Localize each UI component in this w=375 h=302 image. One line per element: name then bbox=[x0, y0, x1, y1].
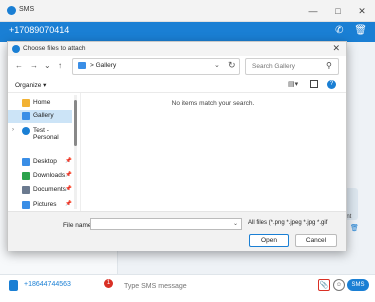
nav-item-label: Pictures bbox=[33, 201, 57, 208]
refresh-icon[interactable]: ↻ bbox=[228, 60, 236, 71]
pin-icon: 📌 bbox=[65, 201, 72, 207]
dialog-app-icon bbox=[12, 45, 20, 53]
desktop-icon bbox=[22, 158, 30, 166]
organize-label: Organize bbox=[15, 82, 42, 89]
send-sms-button[interactable]: SMS bbox=[347, 279, 369, 291]
download-icon bbox=[22, 172, 30, 180]
app-logo-icon bbox=[7, 6, 16, 15]
nav-item-onedrive[interactable]: › Test - Personal bbox=[8, 125, 72, 141]
emoji-icon[interactable]: ☺ bbox=[333, 279, 345, 291]
nav-item-downloads[interactable]: Downloads 📌 bbox=[8, 170, 72, 183]
home-icon bbox=[22, 99, 30, 107]
filename-input[interactable] bbox=[90, 218, 242, 230]
organize-button[interactable]: Organize ▾ bbox=[15, 81, 46, 89]
nav-item-label: Home bbox=[33, 99, 51, 106]
dialog-title: Choose files to attach bbox=[23, 45, 86, 52]
file-dialog: Choose files to attach ✕ ← → ⌄ ↑ > Galle… bbox=[7, 41, 347, 251]
phone-number: +17089070414 bbox=[9, 25, 70, 35]
nav-item-desktop[interactable]: Desktop 📌 bbox=[8, 156, 72, 169]
sms-input[interactable] bbox=[118, 276, 314, 296]
header-actions: ✆ 🗑 bbox=[335, 25, 367, 39]
cancel-button[interactable]: Cancel bbox=[295, 234, 337, 247]
maximize-icon[interactable]: □ bbox=[331, 4, 345, 18]
file-list[interactable] bbox=[80, 93, 346, 211]
unread-badge: 1 bbox=[104, 279, 113, 288]
preview-pane-icon[interactable] bbox=[310, 80, 318, 88]
dialog-close-icon[interactable]: ✕ bbox=[332, 43, 340, 54]
close-icon[interactable]: ✕ bbox=[355, 4, 369, 18]
minimize-icon[interactable]: — bbox=[306, 4, 320, 18]
phone-icon[interactable]: ✆ bbox=[335, 25, 343, 36]
chevron-right-icon[interactable]: › bbox=[12, 127, 14, 133]
pin-icon: 📌 bbox=[65, 158, 72, 164]
filename-label: File name: bbox=[63, 222, 94, 229]
search-icon[interactable]: ⚲ bbox=[326, 61, 332, 70]
nav-scrollbar-thumb[interactable] bbox=[74, 100, 77, 146]
from-number[interactable]: +18644744563 bbox=[24, 281, 71, 288]
pin-icon: 📌 bbox=[65, 186, 72, 192]
documents-icon bbox=[22, 186, 30, 194]
trash-icon[interactable]: 🗑 bbox=[354, 25, 367, 36]
view-options-icon[interactable]: ▤▾ bbox=[288, 80, 298, 88]
empty-message: No items match your search. bbox=[171, 100, 255, 107]
pin-icon: 📌 bbox=[65, 172, 72, 178]
up-arrow-icon[interactable]: ↑ bbox=[58, 61, 62, 70]
open-button[interactable]: Open bbox=[249, 234, 289, 247]
address-path[interactable]: > Gallery bbox=[90, 62, 116, 69]
attach-icon[interactable]: 📎 bbox=[318, 279, 330, 291]
nav-item-label: Downloads bbox=[33, 172, 66, 179]
filetype-select[interactable]: All files (*.png *.jpeg *.jpg *.gif bbox=[246, 218, 340, 230]
nav-item-gallery[interactable]: Gallery bbox=[8, 110, 72, 123]
nav-item-label: Desktop bbox=[33, 158, 57, 165]
app-title: SMS bbox=[19, 6, 35, 13]
gallery-icon bbox=[78, 62, 86, 69]
nav-item-home[interactable]: Home bbox=[8, 97, 72, 110]
nav-item-documents[interactable]: Documents 📌 bbox=[8, 184, 72, 197]
forward-arrow-icon[interactable]: → bbox=[30, 61, 38, 70]
back-arrow-icon[interactable]: ← bbox=[15, 61, 23, 70]
chevron-down-icon[interactable]: ⌄ bbox=[233, 220, 238, 227]
cloud-icon bbox=[22, 127, 30, 135]
pictures-icon bbox=[22, 201, 30, 209]
nav-item-label: Documents bbox=[33, 186, 66, 193]
nav-item-label: Test - Personal bbox=[33, 127, 59, 141]
sim-icon bbox=[9, 280, 18, 291]
gallery-icon bbox=[22, 112, 30, 120]
search-input[interactable] bbox=[245, 58, 339, 75]
delete-message-icon[interactable]: 🗑 bbox=[350, 224, 359, 232]
chevron-down-icon[interactable]: ⌄ bbox=[214, 61, 220, 69]
help-icon[interactable]: ? bbox=[327, 80, 336, 89]
address-location: Gallery bbox=[95, 62, 117, 69]
nav-item-label: Gallery bbox=[33, 112, 54, 119]
recent-chevron-icon[interactable]: ⌄ bbox=[44, 61, 51, 70]
